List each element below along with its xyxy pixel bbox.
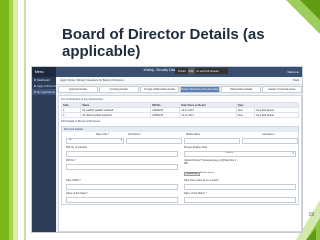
din-label: DIN No. (if relevant)	[66, 146, 88, 149]
applications-icon	[34, 91, 36, 93]
date-since-label: Date Since when he is on board *	[184, 179, 220, 182]
tab-shareholders[interactable]: Shareholders Details	[221, 86, 262, 93]
father-name-label: Name of the Father *	[66, 192, 89, 195]
last-name-label: Last Name *	[262, 133, 276, 136]
corner-decoration-top-inner	[300, 0, 320, 20]
first-name-field[interactable]	[126, 138, 182, 144]
mother-name-field[interactable]	[184, 197, 296, 203]
table-cell: New	[235, 112, 255, 118]
tab-bar: Applicant Details Company Details Foreig…	[58, 86, 302, 93]
form-row-parents: Name of the Father * Name of the Mother …	[62, 191, 298, 204]
upload-id-label: Upload ID proof* (Accepted jpeg, pdf) Ma…	[184, 159, 237, 165]
tab-board-of-directors[interactable]: Board of Directors & Key Executives Deta…	[180, 86, 221, 93]
din-field[interactable]	[66, 151, 178, 157]
back-link[interactable]: Back	[293, 79, 299, 82]
pan-label: PAN No *	[66, 159, 77, 162]
sidebar: Menu Dashboard Apply Online For My Appli…	[32, 67, 56, 232]
slide-page-number: 19	[308, 212, 314, 218]
row-actions[interactable]: View Edit Delete	[253, 112, 300, 118]
table-cell: 23456234	[150, 112, 181, 118]
form-row-dates: Date of Birth * Date Since when he is on…	[62, 178, 298, 191]
dob-label: Date of Birth *	[66, 179, 81, 182]
slide-stripe-left	[0, 0, 26, 240]
directors-table: S.No. Name DIN No. Date Since as Board T…	[60, 102, 300, 118]
choose-file-button[interactable]: Choose File	[184, 172, 200, 176]
form-row-din: DIN No. (if relevant) Present Position H…	[62, 145, 298, 158]
fullscreen-toast: Press F11 to exit full screen	[175, 68, 228, 74]
slide-stripe-accent	[24, 0, 26, 240]
name-title-value: Mr	[69, 139, 72, 141]
table-row: 2 Mr.dsfsdf sadfsaf sadfsadf 23456234 22…	[60, 112, 300, 118]
present-position-value: --Select--	[225, 152, 234, 154]
toast-key: F11	[187, 68, 195, 74]
content-panel: List of Directors & Key Executives S.No.…	[58, 95, 302, 232]
fill-details-title: Fill Details of Board of Directors	[61, 119, 101, 123]
last-name-field[interactable]	[242, 138, 298, 144]
no-file-text: No file chosen	[200, 172, 214, 174]
sidebar-item-label: My Applications	[37, 90, 56, 94]
app-window: Menu Dashboard Apply Online For My Appli…	[31, 66, 303, 233]
corner-decoration-bottom-inner	[306, 228, 316, 240]
table-cell: Mr.dsfsdf sadfsaf sadfsadf	[80, 112, 152, 118]
sidebar-item-label: Dashboard	[37, 78, 50, 82]
name-title-select[interactable]: Mr	[66, 138, 124, 144]
father-name-field[interactable]	[66, 197, 178, 203]
table-cell: 2	[60, 112, 82, 118]
table-cell: 22-11-2017	[179, 112, 237, 118]
apply-icon	[34, 85, 36, 87]
tab-criminal-cases[interactable]: Details of Criminal Cases	[262, 86, 302, 93]
first-name-label: First Name *	[128, 133, 142, 136]
date-since-field[interactable]	[184, 184, 296, 190]
personal-details-panel: Personal Details Name Title * Mr First N…	[61, 126, 299, 205]
sidebar-item-my-applications[interactable]: My Applications	[32, 89, 56, 95]
mother-name-label: Name of the Mother *	[184, 192, 207, 195]
toast-prefix: Press	[178, 69, 186, 73]
sidebar-item-label: Apply Online For	[37, 84, 57, 88]
name-title-label: Name Title *	[96, 133, 110, 136]
sidebar-header: Menu	[32, 67, 56, 77]
tab-foreign-collaboration[interactable]: Foreign Collaboration Details	[139, 86, 180, 93]
dob-field[interactable]	[66, 184, 178, 190]
pan-field[interactable]	[66, 164, 178, 170]
tab-company-details[interactable]: Company Details	[98, 86, 139, 93]
breadcrumb-bar: Apply Online / Ministry Clearance for Bo…	[56, 77, 302, 85]
form-row-names: Name Title * Mr First Name * Middle Name…	[62, 132, 298, 145]
toast-suffix[interactable]: to exit full screen	[197, 68, 220, 74]
middle-name-field[interactable]	[184, 138, 240, 144]
middle-name-label: Middle Name	[186, 133, 201, 136]
user-menu[interactable]: Welcome	[287, 70, 299, 74]
breadcrumb[interactable]: Apply Online / Ministry Clearance for Bo…	[60, 79, 124, 82]
present-position-select[interactable]: --Select--	[184, 151, 296, 157]
slide-title: Board of Director Details (as applicable…	[62, 26, 265, 60]
present-position-label: Present Position Held	[184, 146, 207, 149]
dashboard-icon	[34, 79, 36, 81]
form-row-pan: PAN No * Upload ID proof* (Accepted jpeg…	[62, 158, 298, 178]
tab-applicant-details[interactable]: Applicant Details	[58, 86, 98, 93]
